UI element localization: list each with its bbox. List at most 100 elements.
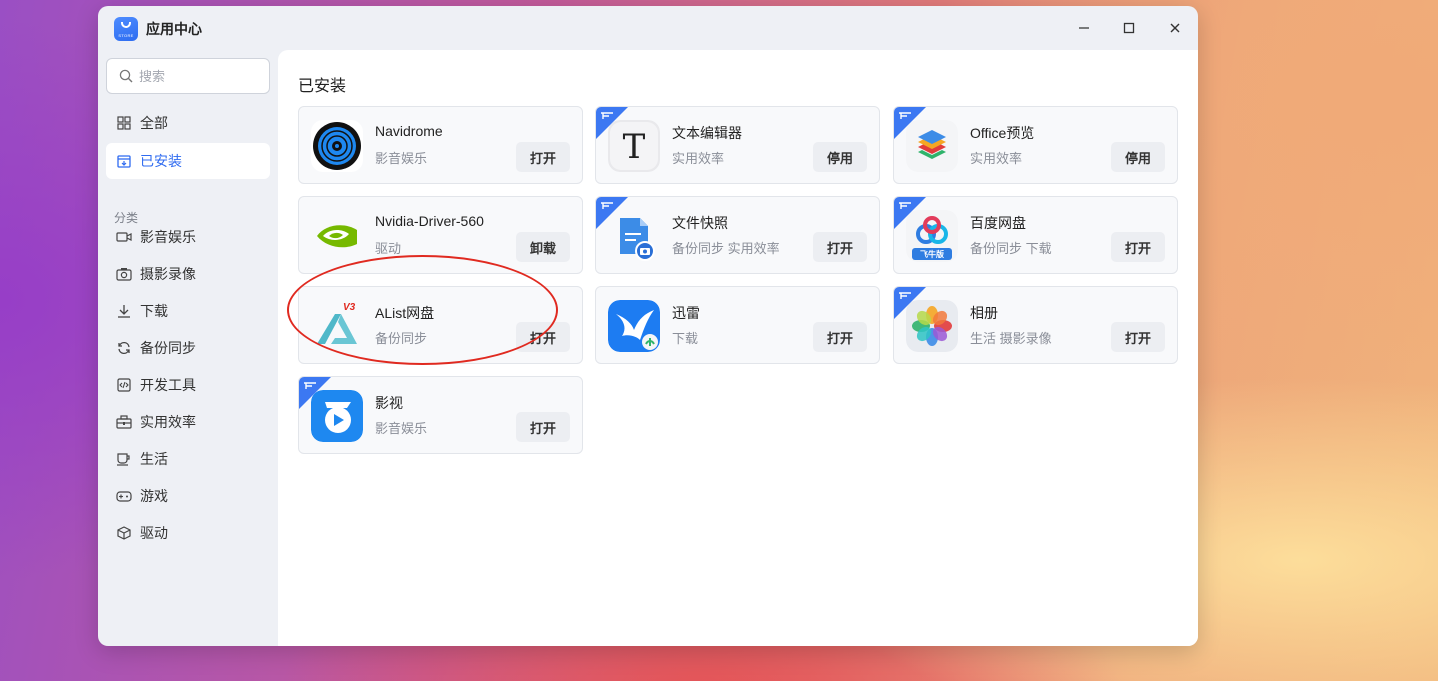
maximize-icon (1123, 22, 1135, 34)
app-name: AList网盘 (375, 305, 435, 321)
search-box[interactable] (106, 58, 270, 94)
sidebar-item-productivity[interactable]: 实用效率 (106, 404, 270, 440)
app-category: 影音娱乐 (375, 421, 428, 436)
download-icon (116, 303, 132, 319)
app-category: 生活 摄影录像 (970, 331, 1052, 346)
window-title: 应用中心 (146, 21, 202, 37)
app-card-nvidia-driver[interactable]: Nvidia-Driver-560 驱动 卸载 (298, 196, 583, 274)
app-card-office-preview[interactable]: Office预览 实用效率 停用 (893, 106, 1178, 184)
official-badge-icon (899, 112, 911, 119)
search-icon (119, 69, 133, 83)
open-button[interactable]: 打开 (516, 322, 570, 352)
store-logo-icon: STORE (114, 17, 138, 41)
minimize-button[interactable] (1072, 16, 1096, 40)
app-name: 文本编辑器 (672, 125, 742, 141)
sidebar-item-label: 备份同步 (140, 340, 196, 356)
sidebar-item-label: 游戏 (140, 488, 168, 504)
sidebar-item-download[interactable]: 下载 (106, 293, 270, 329)
app-name: 迅雷 (672, 305, 700, 321)
sidebar-item-photo[interactable]: 摄影录像 (106, 256, 270, 292)
nvidia-eye-icon (311, 210, 363, 262)
official-badge-icon (899, 292, 911, 299)
open-button[interactable]: 打开 (813, 322, 867, 352)
toolbox-icon (116, 414, 132, 430)
sidebar-item-media[interactable]: 影音娱乐 (106, 219, 270, 255)
sidebar-item-label: 实用效率 (140, 414, 196, 430)
app-category: 备份同步 实用效率 (672, 241, 780, 256)
official-badge-icon (899, 202, 911, 209)
app-name: 相册 (970, 305, 998, 321)
app-name: 百度网盘 (970, 215, 1026, 231)
sidebar-item-drivers[interactable]: 驱动 (106, 515, 270, 551)
app-category: 驱动 (375, 241, 402, 256)
maximize-button[interactable] (1117, 16, 1141, 40)
app-name: Office预览 (970, 125, 1035, 141)
thunder-bird-icon (608, 300, 660, 352)
app-center-window: STORE 应用中心 全部 已安装 分类 (98, 6, 1198, 646)
app-card-thunder[interactable]: 迅雷 下载 打开 (595, 286, 880, 364)
app-category: 实用效率 (672, 151, 725, 166)
app-card-video[interactable]: 影视 影音娱乐 打开 (298, 376, 583, 454)
app-card-baidu-netdisk[interactable]: 飞牛版 百度网盘 备份同步 下载 打开 (893, 196, 1178, 274)
open-button[interactable]: 打开 (1111, 322, 1165, 352)
cup-icon (116, 451, 132, 467)
sync-icon (116, 340, 132, 356)
app-category: 下载 (672, 331, 699, 346)
app-card-navidrome[interactable]: Navidrome 影音娱乐 打开 (298, 106, 583, 184)
app-category: 备份同步 下载 (970, 241, 1052, 256)
disable-button[interactable]: 停用 (1111, 142, 1165, 172)
sidebar: 全部 已安装 分类 影音娱乐 摄影录像 下载 备份同步 开发工具 (98, 50, 278, 646)
sidebar-item-label: 全部 (140, 115, 168, 131)
official-badge-icon (601, 112, 613, 119)
search-input[interactable] (139, 68, 259, 84)
open-button[interactable]: 打开 (813, 232, 867, 262)
app-card-photos[interactable]: 相册 生活 摄影录像 打开 (893, 286, 1178, 364)
open-button[interactable]: 打开 (1111, 232, 1165, 262)
app-category: 备份同步 (375, 331, 428, 346)
title-bar: STORE 应用中心 (98, 6, 1198, 50)
gamepad-icon (116, 488, 132, 504)
app-card-text-editor[interactable]: T 文本编辑器 实用效率 停用 (595, 106, 880, 184)
sidebar-item-backup[interactable]: 备份同步 (106, 330, 270, 366)
sidebar-item-games[interactable]: 游戏 (106, 478, 270, 514)
open-button[interactable]: 打开 (516, 142, 570, 172)
sidebar-item-label: 下载 (140, 303, 168, 319)
sidebar-item-label: 影音娱乐 (140, 229, 196, 245)
alist-version-badge: V3 (343, 302, 356, 313)
sidebar-item-devtools[interactable]: 开发工具 (106, 367, 270, 403)
disable-button[interactable]: 停用 (813, 142, 867, 172)
baidu-badge-text: 飞牛版 (920, 250, 944, 259)
close-button[interactable] (1163, 16, 1187, 40)
page-title: 已安装 (298, 78, 347, 95)
minimize-icon (1079, 27, 1089, 29)
app-name: Navidrome (375, 123, 443, 139)
close-icon (1170, 23, 1180, 33)
video-icon (116, 229, 132, 245)
sidebar-item-label: 摄影录像 (140, 266, 196, 282)
alist-icon: V3 (311, 300, 363, 352)
sidebar-item-installed[interactable]: 已安装 (106, 143, 270, 179)
app-name: Nvidia-Driver-560 (375, 213, 484, 229)
app-name: 影视 (375, 395, 403, 411)
grid-icon (116, 115, 132, 131)
sidebar-item-label: 驱动 (140, 525, 168, 541)
store-logo-text: STORE (118, 33, 134, 38)
camera-icon (116, 266, 132, 282)
sidebar-item-all[interactable]: 全部 (106, 105, 270, 141)
installed-icon (116, 153, 132, 169)
official-badge-icon (601, 202, 613, 209)
sidebar-item-label: 生活 (140, 451, 168, 467)
app-category: 实用效率 (970, 151, 1023, 166)
app-name: 文件快照 (672, 215, 728, 231)
code-icon (116, 377, 132, 393)
cube-icon (116, 525, 132, 541)
app-card-alist[interactable]: V3 AList网盘 备份同步 打开 (298, 286, 583, 364)
open-button[interactable]: 打开 (516, 412, 570, 442)
sidebar-item-label: 已安装 (140, 153, 182, 169)
app-card-file-snapshot[interactable]: 文件快照 备份同步 实用效率 打开 (595, 196, 880, 274)
installed-apps-panel: 已安装 Navidrome 影音娱乐 打开 T 文本编辑器 实用效率 停用 Of… (278, 50, 1198, 646)
sidebar-item-label: 开发工具 (140, 377, 196, 393)
sidebar-item-life[interactable]: 生活 (106, 441, 270, 477)
uninstall-button[interactable]: 卸载 (516, 232, 570, 262)
app-category: 影音娱乐 (375, 151, 428, 166)
